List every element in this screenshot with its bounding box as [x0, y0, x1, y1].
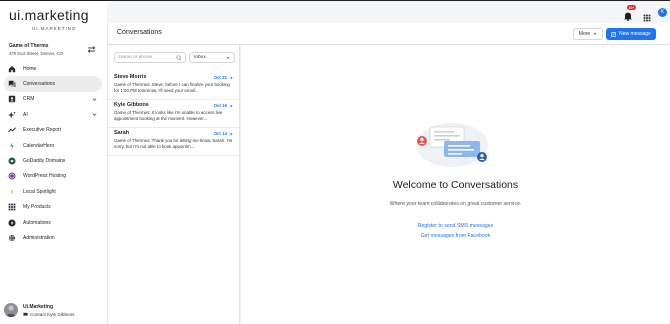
conversations-illustration: [416, 123, 488, 167]
conversation-item[interactable]: Steve Morris Oct 21 Game of Thermes: Ste…: [108, 72, 239, 100]
sidebar-item-my-products[interactable]: My Products: [4, 200, 102, 215]
chat-icon: [8, 80, 16, 88]
message-icon: [23, 312, 28, 316]
home-icon: [8, 65, 16, 73]
arrow-right-icon: [229, 104, 233, 107]
inbox-filter-select[interactable]: Inbox: [189, 52, 235, 63]
account-footer[interactable]: Ui.Marketing Contact Kyle Gibbons: [4, 303, 74, 317]
facebook-messages-link[interactable]: Get messages from Facebook: [241, 233, 670, 239]
arrow-right-icon: [229, 132, 233, 135]
sparkle-icon: [8, 111, 16, 119]
business-address: 470 Inca Street, Denver, CO: [9, 51, 63, 56]
brand-logo[interactable]: ui.marketing: [9, 7, 89, 23]
sidebar-item-local-spotlight[interactable]: Local Spotlight: [4, 184, 102, 199]
sidebar-item-label: Automations: [23, 219, 51, 226]
conversation-preview: Game of Thermes: It looks like I'm unabl…: [114, 110, 223, 121]
contacts-icon: [8, 95, 16, 103]
sidebar-item-administration[interactable]: Administration: [4, 230, 102, 245]
arrow-right-icon: [229, 76, 233, 79]
sidebar-item-label: GoDaddy Domains: [23, 158, 66, 165]
page-title: Conversations: [117, 29, 162, 36]
conversation-preview: Game of Thermes: Thank you for letting m…: [114, 138, 233, 149]
sidebar-item-label: Conversations: [23, 81, 55, 88]
wordpress-icon: [8, 172, 16, 180]
brand-subtitle: UI.MARKETING: [32, 26, 77, 31]
spotlight-icon: [8, 188, 16, 196]
inbox-filter-value: Inbox: [194, 55, 206, 60]
register-sms-link[interactable]: Register to send SMS messages: [241, 223, 670, 229]
conversation-date: Oct 14: [214, 131, 233, 136]
welcome-panel: Welcome to Conversations Where your team…: [241, 45, 670, 324]
sidebar: ui.marketing UI.MARKETING Game of Therms…: [0, 1, 107, 324]
apps-grid-icon[interactable]: [643, 9, 651, 22]
business-selector[interactable]: Game of Therms 470 Inca Street, Denver, …: [9, 43, 63, 56]
search-icon: [176, 55, 182, 61]
sidebar-item-label: CRM: [23, 96, 35, 103]
user-avatar[interactable]: K: [658, 8, 667, 17]
welcome-title: Welcome to Conversations: [392, 179, 519, 191]
conversations-header: Conversations More New message: [107, 23, 670, 45]
new-message-label: New message: [619, 31, 651, 37]
contact-label: Contact Kyle Gibbons: [30, 311, 75, 317]
conversation-item[interactable]: Kyle Gibbons Oct 16 Game of Thermes: It …: [108, 100, 239, 128]
sidebar-item-calendarhero[interactable]: CalendarHero: [4, 138, 102, 153]
business-name: Game of Therms: [9, 43, 49, 49]
caret-down-icon: [593, 33, 597, 35]
sidebar-item-wordpress-hosting[interactable]: WordPress Hosting: [4, 169, 102, 184]
conversation-list: Name or phone Inbox Steve Morris Oct 21 …: [107, 45, 240, 324]
conversation-item[interactable]: Sarah Oct 14 Game of Thermes: Thank you …: [108, 128, 239, 156]
conversation-date-text: Oct 14: [213, 131, 227, 136]
sidebar-item-label: AI: [23, 111, 28, 118]
sidebar-item-executive-report[interactable]: Executive Report: [4, 123, 102, 138]
sidebar-item-conversations[interactable]: Conversations: [4, 76, 102, 92]
sidebar-item-label: Home: [23, 65, 37, 72]
calendarhero-icon: [8, 142, 16, 150]
grid-icon: [8, 203, 16, 211]
conversation-preview: Game of Thermes: Steve, before I can fin…: [114, 82, 230, 93]
chevron-down-icon: [92, 98, 97, 101]
sidebar-item-label: WordPress Hosting: [23, 173, 66, 180]
notification-badge: 10+: [627, 5, 636, 10]
sidebar-nav: Home Conversations CRM AI Executive Repo…: [4, 61, 102, 246]
more-label: More: [578, 31, 591, 37]
sidebar-item-label: CalendarHero: [23, 142, 55, 149]
avatar: [4, 303, 18, 317]
conversation-date-text: Oct 21: [213, 75, 227, 80]
contact-link[interactable]: Contact Kyle Gibbons: [23, 312, 74, 317]
sidebar-item-automations[interactable]: Automations: [4, 215, 102, 230]
sidebar-item-label: Executive Report: [23, 127, 62, 134]
switch-business-icon[interactable]: [87, 46, 96, 53]
automations-icon: [8, 219, 16, 227]
compose-icon: [611, 31, 617, 37]
trend-icon: [8, 126, 16, 134]
sidebar-item-label: Administration: [23, 234, 55, 241]
conversation-date: Oct 16: [214, 103, 233, 108]
new-message-button[interactable]: New message: [606, 28, 656, 40]
sidebar-item-ai[interactable]: AI: [4, 107, 102, 122]
conversation-date: Oct 21: [214, 75, 233, 80]
conversation-date-text: Oct 16: [213, 103, 227, 108]
topbar-icons: 10+ K: [623, 5, 668, 22]
godaddy-icon: [8, 157, 16, 165]
sidebar-item-home[interactable]: Home: [4, 61, 102, 76]
account-name: Ui.Marketing: [23, 303, 54, 310]
sidebar-item-label: My Products: [23, 204, 51, 211]
gear-icon: [8, 234, 16, 242]
sidebar-item-crm[interactable]: CRM: [4, 92, 102, 107]
sidebar-item-godaddy-domains[interactable]: GoDaddy Domains: [4, 153, 102, 168]
more-button[interactable]: More: [573, 28, 603, 40]
sidebar-item-label: Local Spotlight: [23, 188, 56, 195]
main-area: 10+ K Conversations More New message Nam…: [107, 1, 670, 324]
chevron-down-icon: [92, 113, 97, 116]
welcome-subtitle: Where your team collaborates on great cu…: [389, 201, 522, 207]
caret-down-icon: [226, 57, 230, 59]
